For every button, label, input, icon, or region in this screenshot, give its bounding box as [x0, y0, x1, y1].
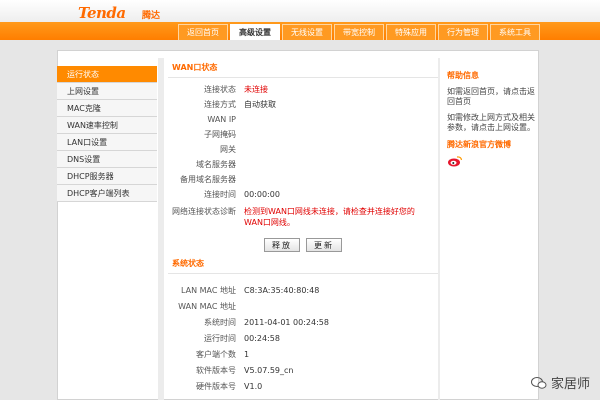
main-content: WAN口状态 连接状态 未连接 连接方式 自动获取 WAN IP 子网掩码 网关…	[168, 62, 438, 394]
row-label: WAN IP	[207, 115, 236, 124]
system-status-title: 系统状态	[168, 258, 438, 274]
client-count-value: 1	[244, 349, 250, 359]
help-panel: 帮助信息 如需返回首页，请点击返回首页 如需修改上网方式及相关参数，请点击上网设…	[447, 70, 537, 169]
renew-button[interactable]: 更新	[306, 238, 342, 252]
wan-row-dns: 域名服务器	[168, 157, 438, 172]
system-time-value: 2011-04-01 00:24:58	[244, 317, 329, 327]
sidebar-item-dhcp-clients[interactable]: DHCP客户端列表	[57, 185, 157, 202]
row-label: 软件版本号	[196, 365, 236, 375]
connection-type-value: 自动获取	[244, 100, 276, 109]
wan-row-connection-status: 连接状态 未连接	[168, 82, 438, 97]
sidebar-item-dns-settings[interactable]: DNS设置	[57, 151, 157, 168]
sys-row-lan-mac: LAN MAC 地址 C8:3A:35:40:80:48	[168, 282, 438, 298]
row-label: WAN MAC 地址	[178, 301, 236, 311]
tenda-logo-cn: 腾达	[142, 11, 161, 21]
watermark-text: 家居师	[550, 377, 590, 392]
sidebar-item-internet-settings[interactable]: 上网设置	[57, 83, 157, 100]
sys-row-uptime: 运行时间 00:24:58	[168, 330, 438, 346]
weibo-icon[interactable]	[447, 155, 463, 167]
help-divider	[438, 58, 440, 400]
tab-wireless-settings[interactable]: 无线设置	[282, 24, 332, 40]
row-label: 连接状态	[204, 85, 236, 94]
wan-row-connection-type: 连接方式 自动获取	[168, 97, 438, 112]
header-bar: Tenda 腾达	[0, 0, 600, 22]
weibo-link[interactable]: 腾达新浪官方微博	[447, 139, 537, 150]
tab-system-tools[interactable]: 系统工具	[490, 24, 540, 40]
software-version-value: V5.07.59_cn	[244, 365, 294, 375]
help-text-internet: 如需修改上网方式及相关参数，请点击上网设置。	[447, 113, 535, 132]
system-status-table: LAN MAC 地址 C8:3A:35:40:80:48 WAN MAC 地址 …	[168, 282, 438, 394]
sidebar-item-running-status[interactable]: 运行状态	[57, 66, 157, 83]
row-label: 系统时间	[204, 317, 236, 327]
row-label: 子网掩码	[204, 130, 236, 139]
main-tabs: 返回首页 高级设置 无线设置 带宽控制 特殊应用 行为管理 系统工具	[178, 24, 540, 40]
sidebar-item-dhcp-server[interactable]: DHCP服务器	[57, 168, 157, 185]
uptime-value: 00:24:58	[244, 333, 280, 343]
sidebar-menu: 运行状态 上网设置 MAC克隆 WAN速率控制 LAN口设置 DNS设置 DHC…	[57, 66, 157, 202]
row-label: 硬件版本号	[196, 381, 236, 391]
tab-bandwidth-control[interactable]: 带宽控制	[334, 24, 384, 40]
tenda-logo: Tenda	[78, 4, 126, 22]
sys-row-software-version: 软件版本号 V5.07.59_cn	[168, 362, 438, 378]
sidebar-divider	[158, 58, 164, 400]
wan-row-subnet-mask: 子网掩码	[168, 127, 438, 142]
wan-row-connection-time: 连接时间 00:00:00	[168, 187, 438, 202]
wan-row-gateway: 网关	[168, 142, 438, 157]
wan-status-table: 连接状态 未连接 连接方式 自动获取 WAN IP 子网掩码 网关 域名服务器 …	[168, 82, 438, 232]
watermark: 家居师	[530, 373, 590, 392]
row-label: 运行时间	[204, 333, 236, 343]
row-label: LAN MAC 地址	[180, 285, 236, 295]
row-label: 连接方式	[204, 100, 236, 109]
row-label: 域名服务器	[196, 160, 236, 169]
tab-special-apps[interactable]: 特殊应用	[386, 24, 436, 40]
system-status-section: 系统状态 LAN MAC 地址 C8:3A:35:40:80:48 WAN MA…	[168, 258, 438, 394]
lan-mac-value: C8:3A:35:40:80:48	[244, 285, 320, 295]
row-label: 网关	[220, 145, 236, 154]
connection-status-value: 未连接	[244, 85, 268, 94]
wan-status-title: WAN口状态	[168, 62, 438, 78]
wan-action-buttons: 释放 更新	[168, 238, 438, 252]
tab-home[interactable]: 返回首页	[178, 24, 228, 40]
tab-behavior-management[interactable]: 行为管理	[438, 24, 488, 40]
diagnosis-value: 检测到WAN口网线未连接，请检查并连接好您的WAN口网线。	[244, 207, 415, 227]
hardware-version-value: V1.0	[244, 381, 263, 391]
sys-row-wan-mac: WAN MAC 地址	[168, 298, 438, 314]
wan-row-wan-ip: WAN IP	[168, 112, 438, 127]
diagnosis-label: 网络连接状态诊断	[172, 207, 236, 216]
tab-advanced-settings[interactable]: 高级设置	[230, 24, 280, 40]
wan-row-backup-dns: 备用域名服务器	[168, 172, 438, 187]
sidebar-item-lan-settings[interactable]: LAN口设置	[57, 134, 157, 151]
help-text-home: 如需返回首页，请点击返回首页	[447, 87, 535, 106]
wan-row-diagnosis: 网络连接状态诊断 检测到WAN口网线未连接，请检查并连接好您的WAN口网线。	[168, 206, 438, 232]
sys-row-hardware-version: 硬件版本号 V1.0	[168, 378, 438, 394]
help-title: 帮助信息	[447, 71, 479, 80]
row-label: 客户端个数	[196, 349, 236, 359]
connection-time-value: 00:00:00	[244, 190, 280, 199]
sys-row-system-time: 系统时间 2011-04-01 00:24:58	[168, 314, 438, 330]
wechat-icon	[530, 376, 547, 389]
sys-row-client-count: 客户端个数 1	[168, 346, 438, 362]
sidebar-item-mac-clone[interactable]: MAC克隆	[57, 100, 157, 117]
row-label: 连接时间	[204, 190, 236, 199]
row-label: 备用域名服务器	[180, 175, 236, 184]
release-button[interactable]: 释放	[264, 238, 300, 252]
sidebar-item-wan-rate[interactable]: WAN速率控制	[57, 117, 157, 134]
